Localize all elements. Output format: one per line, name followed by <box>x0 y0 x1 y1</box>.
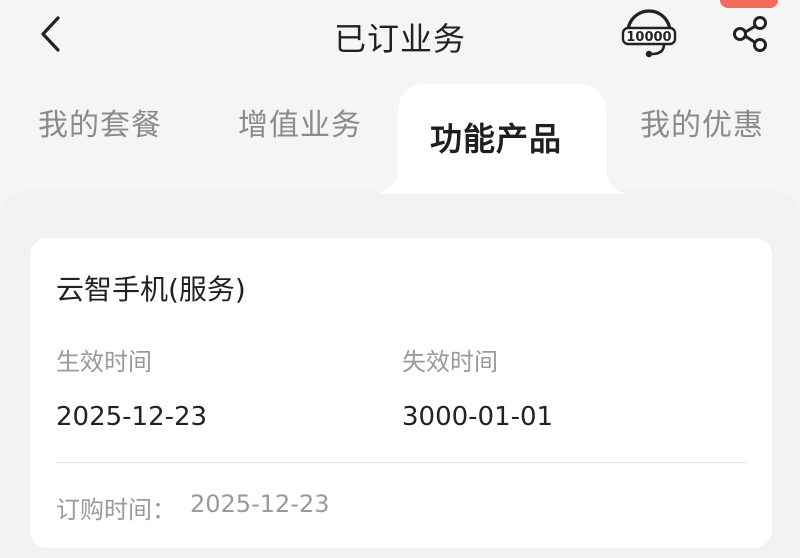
customer-service-button[interactable]: 10000 <box>618 8 680 60</box>
share-icon <box>733 16 767 52</box>
svg-text:10000: 10000 <box>626 30 671 45</box>
header: 已订业务 10000 <box>0 0 800 72</box>
order-time-value: 2025-12-23 <box>190 490 330 518</box>
service-title: 云智手机(服务) <box>56 273 246 306</box>
tab-value-added[interactable]: 增值业务 <box>238 100 362 144</box>
divider <box>56 462 746 463</box>
share-button[interactable] <box>722 10 778 58</box>
order-time-label: 订购时间： <box>56 496 176 524</box>
page-title: 已订业务 <box>333 20 466 58</box>
effective-time-label: 生效时间 <box>56 348 152 376</box>
tab-bar: 我的套餐 增值业务 功能产品 我的优惠 <box>0 84 800 194</box>
customer-service-10000-icon: 10000 <box>621 9 677 58</box>
expire-time-value: 3000-01-01 <box>402 402 554 432</box>
app-root: 已订业务 10000 我的套餐 增值业务 功能产品 我的优惠 云智手机(服务) … <box>0 0 800 558</box>
tab-function-products[interactable]: 功能产品 <box>430 114 562 160</box>
tab-my-package[interactable]: 我的套餐 <box>38 100 162 144</box>
expire-time-label: 失效时间 <box>402 348 498 376</box>
tab-my-offers[interactable]: 我的优惠 <box>640 100 764 144</box>
share-badge <box>720 0 778 8</box>
effective-time-value: 2025-12-23 <box>56 402 208 432</box>
service-card[interactable]: 云智手机(服务) 生效时间 失效时间 2025-12-23 3000-01-01… <box>30 238 772 548</box>
